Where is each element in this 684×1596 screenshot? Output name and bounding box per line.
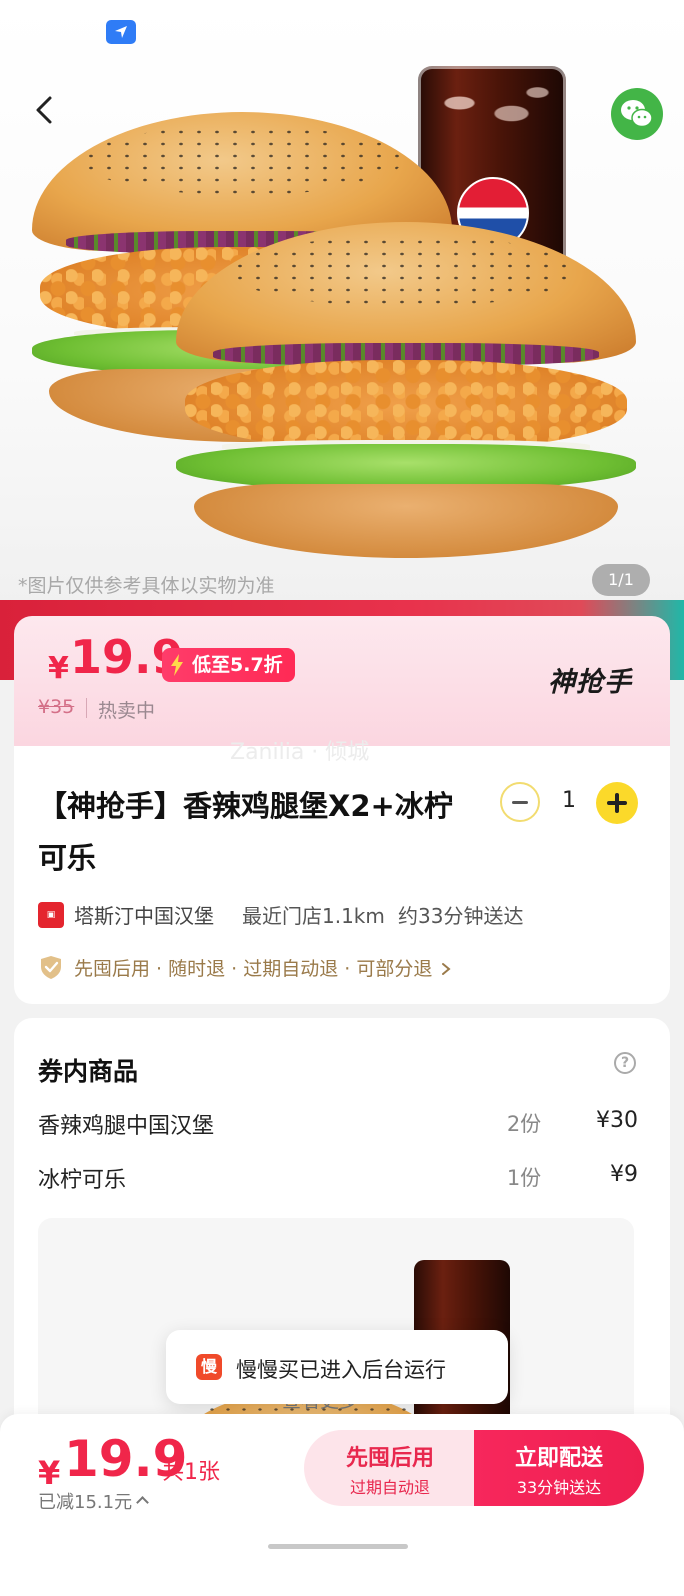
refund-policy-text: 先囤后用 · 随时退 · 过期自动退 · 可部分退 xyxy=(74,954,452,981)
app-icon: 慢 xyxy=(196,1354,222,1380)
section-title: 券内商品 xyxy=(38,1057,139,1086)
buy-later-title: 先囤后用 xyxy=(345,1446,434,1471)
sale-status: 热卖中 xyxy=(98,700,156,722)
store-logo-icon: ▣ xyxy=(38,902,64,928)
list-item: 香辣鸡腿中国汉堡 2份 ¥30 xyxy=(38,1108,638,1139)
quantity-increase-button[interactable] xyxy=(596,782,638,824)
brand-logo: 神抢手 xyxy=(548,667,632,698)
price-currency: ¥ xyxy=(48,651,69,686)
buy-later-button[interactable]: 先囤后用 过期自动退 xyxy=(304,1430,476,1506)
voucher-count: 共1张 xyxy=(162,1460,220,1485)
item-name: 冰柠可乐 xyxy=(38,1168,127,1193)
burger-image-front xyxy=(176,222,636,558)
quantity-value: 1 xyxy=(562,788,576,813)
store-name: 塔斯汀中国汉堡 xyxy=(74,904,214,928)
image-disclaimer: *图片仅供参考具体以实物为准 xyxy=(18,575,275,597)
quantity-decrease-button[interactable] xyxy=(500,782,540,822)
chevron-up-icon xyxy=(136,1496,149,1509)
item-quantity: 1份 xyxy=(506,1166,542,1190)
location-arrow-icon xyxy=(106,20,136,44)
item-name: 香辣鸡腿中国汉堡 xyxy=(38,1114,215,1139)
delivery-eta: 约33分钟送达 xyxy=(398,904,524,928)
home-indicator[interactable] xyxy=(268,1544,408,1549)
toast-message: 慢慢买已进入后台运行 xyxy=(236,1358,446,1382)
watermark: Zanilia · 倾城 xyxy=(230,740,370,765)
product-title: 【神抢手】香辣鸡腿堡X2+冰柠可乐 xyxy=(38,789,453,875)
lightning-icon xyxy=(171,654,183,676)
checkout-bar: ¥ 19.9 共1张 已减15.1元 先囤后用 过期自动退 立即配送 33分钟送… xyxy=(0,1414,684,1596)
image-page-indicator: 1/1 xyxy=(592,564,650,596)
item-quantity: 2份 xyxy=(506,1112,542,1136)
discount-badge-label: 低至5.7折 xyxy=(192,654,283,676)
price-card: ¥ 19.9 低至5.7折 ¥35 热卖中 神抢手 xyxy=(14,616,670,746)
deliver-now-button[interactable]: 立即配送 33分钟送达 xyxy=(474,1430,644,1506)
buy-later-subtitle: 过期自动退 xyxy=(349,1478,430,1497)
item-price: ¥30 xyxy=(596,1108,638,1133)
product-info-card: Zanilia · 倾城 【神抢手】香辣鸡腿堡X2+冰柠可乐 1 ▣ 塔斯汀中国… xyxy=(14,740,670,1004)
divider xyxy=(86,698,87,718)
wechat-share-button[interactable] xyxy=(611,88,663,140)
help-icon[interactable]: ? xyxy=(614,1052,636,1074)
original-price: ¥35 xyxy=(38,696,75,718)
chevron-right-icon xyxy=(442,963,451,975)
deliver-now-title: 立即配送 xyxy=(514,1446,603,1471)
list-item: 冰柠可乐 1份 ¥9 xyxy=(38,1162,638,1193)
savings-detail-toggle[interactable]: 已减15.1元 xyxy=(38,1488,149,1514)
store-distance: 最近门店1.1km xyxy=(242,904,385,928)
total-currency: ¥ xyxy=(38,1454,61,1492)
discount-badge: 低至5.7折 xyxy=(162,648,295,682)
deliver-now-subtitle: 33分钟送达 xyxy=(516,1478,602,1497)
wechat-icon xyxy=(621,100,653,128)
shield-check-icon xyxy=(41,956,61,979)
background-toast: 慢 慢慢买已进入后台运行 xyxy=(166,1330,508,1404)
product-image-gallery[interactable]: *图片仅供参考具体以实物为准 1/1 xyxy=(0,0,684,610)
item-price: ¥9 xyxy=(610,1162,638,1187)
